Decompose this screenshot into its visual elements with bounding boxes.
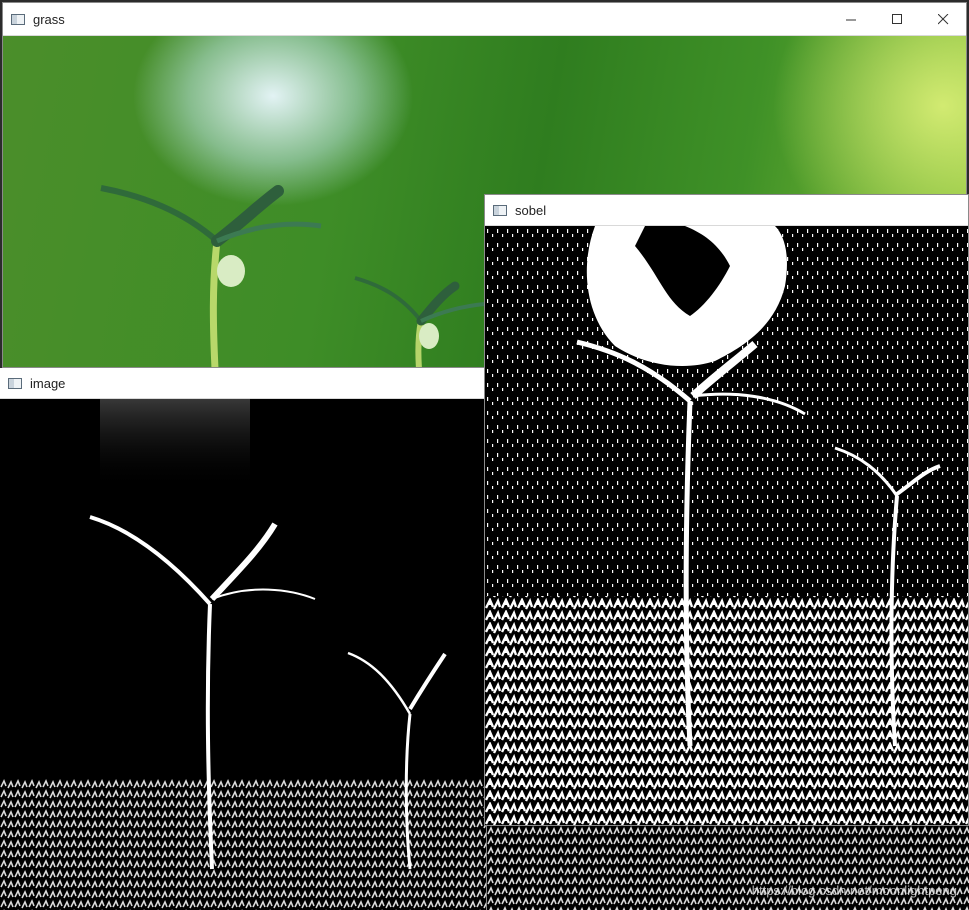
image-titlebar[interactable]: image [0, 368, 486, 399]
sobel-image [485, 226, 968, 825]
close-button[interactable] [920, 3, 966, 35]
window-title: sobel [515, 202, 547, 218]
minimize-icon [845, 19, 856, 20]
grass-titlebar[interactable]: grass [3, 3, 966, 36]
window-app-icon [11, 13, 25, 25]
watermark-text: https://blog.csdn.net/moonlightpeng [751, 883, 957, 898]
sobel-window[interactable]: sobel [484, 194, 969, 826]
edge-image [0, 399, 486, 910]
close-icon [937, 13, 948, 24]
sobel-titlebar[interactable]: sobel [485, 195, 968, 226]
window-app-icon [8, 377, 22, 389]
maximize-icon [891, 13, 902, 24]
sobel-canvas [485, 226, 968, 825]
maximize-button[interactable] [874, 3, 920, 35]
window-title: grass [33, 11, 65, 27]
window-title: image [30, 375, 66, 391]
window-app-icon [493, 204, 507, 216]
image-window[interactable]: image [0, 368, 487, 910]
minimize-button[interactable] [828, 3, 874, 35]
edge-image-canvas [0, 399, 486, 910]
edge-image-strip: https://blog.csdn.net/moonlightpeng [487, 826, 969, 910]
